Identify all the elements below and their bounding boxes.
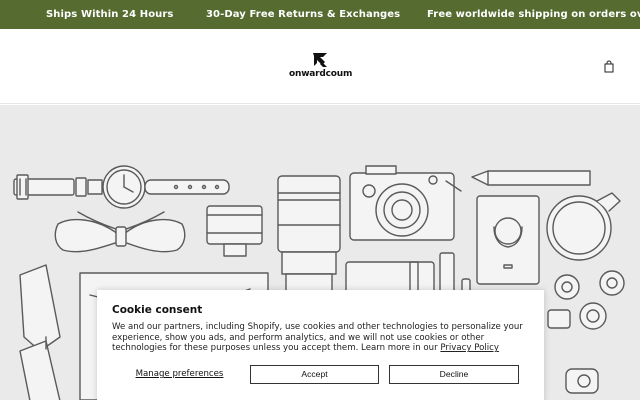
passport-illustration (476, 195, 540, 285)
mug-illustration (546, 192, 621, 261)
shopping-bag-icon (604, 60, 614, 73)
logo-wordmark: onwardcoum (289, 69, 353, 79)
promo-message-free-shipping: Free worldwide shipping on orders over $… (427, 9, 640, 20)
camera-illustration (349, 165, 462, 241)
promo-message-shipping: Ships Within 24 Hours (46, 9, 174, 20)
decline-button[interactable]: Decline (389, 365, 519, 384)
accept-button[interactable]: Accept (250, 365, 379, 384)
cookie-consent-actions: Manage preferences Accept Decline (112, 365, 529, 385)
lens-illustration (206, 205, 263, 257)
bow-tie-illustration (54, 211, 186, 253)
cart-button[interactable] (603, 59, 615, 73)
cookie-consent-title: Cookie consent (112, 304, 203, 316)
announcement-bar: Ships Within 24 Hours 30-Day Free Return… (0, 0, 640, 29)
telephoto-lens-illustration (277, 175, 341, 301)
cookie-consent-text: We and our partners, including Shopify, … (112, 322, 529, 354)
tape-roll-illustration (547, 270, 625, 394)
logo-mark-icon (313, 53, 327, 67)
cookie-consent-banner: Cookie consent We and our partners, incl… (97, 290, 544, 400)
privacy-policy-link[interactable]: Privacy Policy (440, 343, 499, 353)
site-header: onwardcoum (0, 29, 640, 104)
sunglasses-illustration (19, 264, 61, 400)
promo-message-returns: 30-Day Free Returns & Exchanges (206, 9, 401, 20)
manage-preferences-button[interactable]: Manage preferences (112, 365, 247, 384)
pen-illustration (471, 170, 591, 186)
wristwatch-illustration (13, 165, 230, 209)
store-logo[interactable]: onwardcoum (289, 53, 353, 79)
